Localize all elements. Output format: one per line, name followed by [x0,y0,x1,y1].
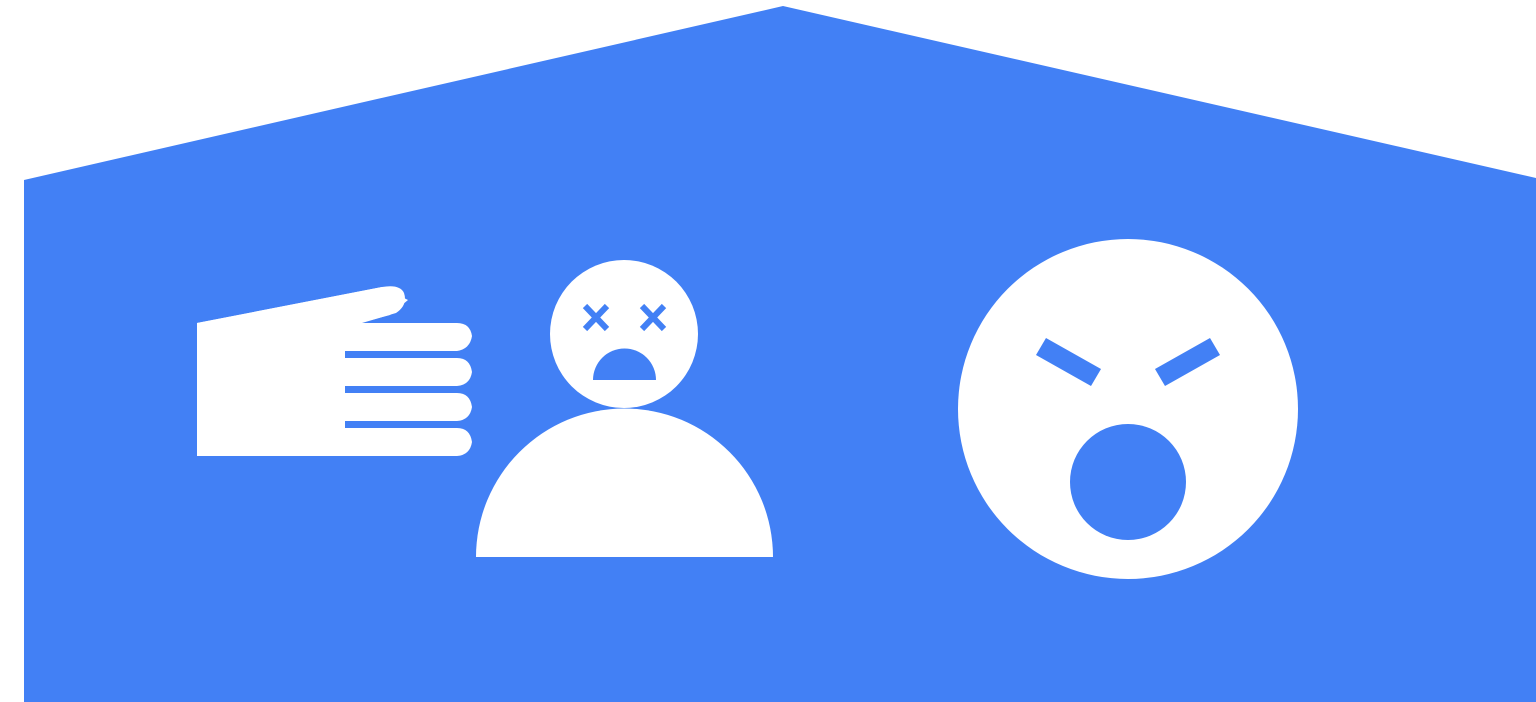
hand-finger-3 [345,393,472,421]
shouting-angry-face-icon [958,239,1298,579]
hand-finger-2 [345,358,472,386]
victim-head [550,260,698,408]
illustration-scene [0,0,1536,702]
illustration-canvas [24,6,1536,702]
hand-finger-1 [345,323,472,351]
hand-finger-4 [345,428,472,456]
angry-mouth [1070,424,1186,540]
